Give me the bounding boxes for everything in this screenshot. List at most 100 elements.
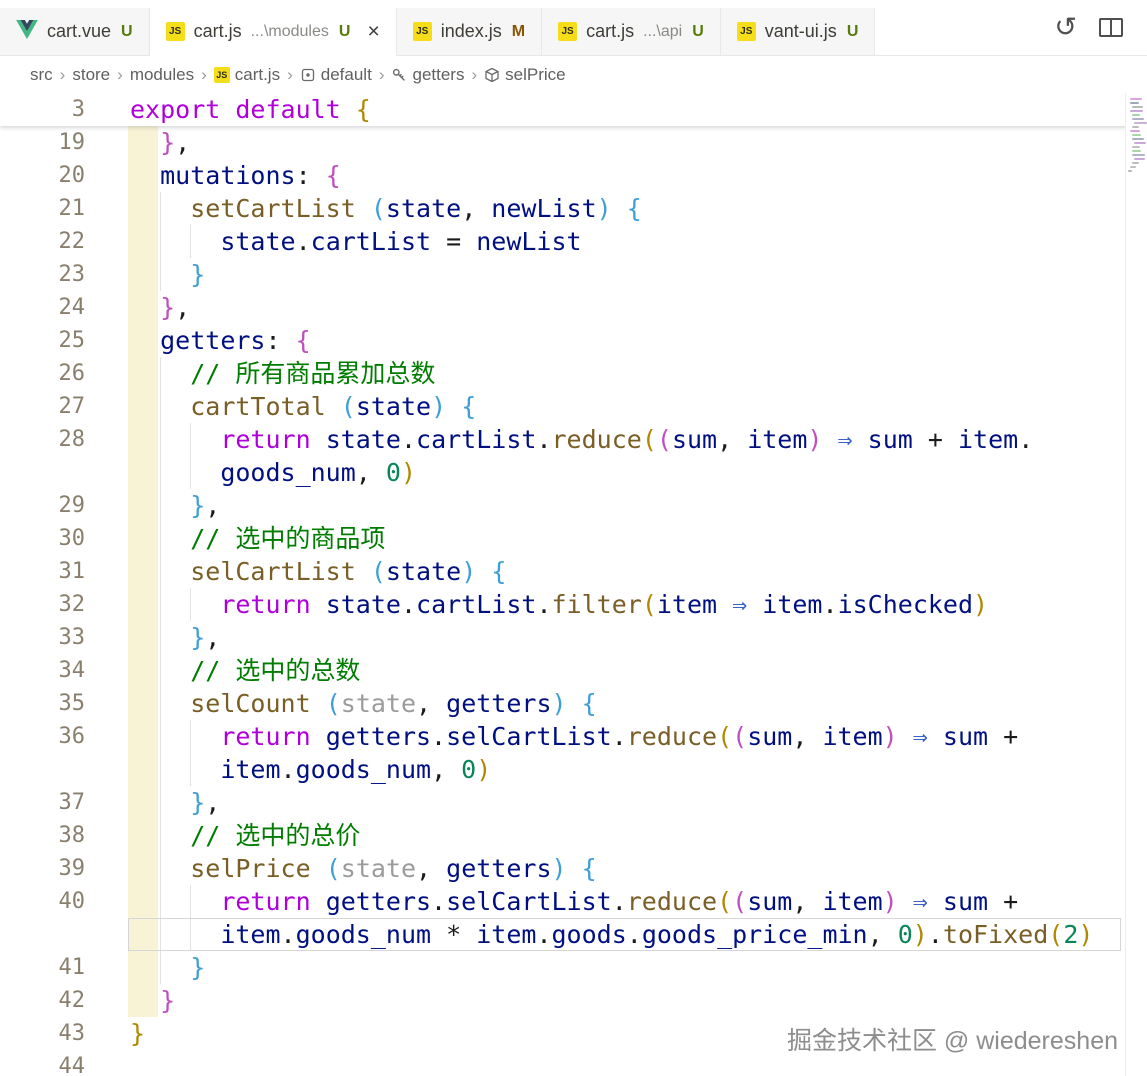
code-token: { xyxy=(461,392,477,421)
code-line[interactable]: 35 selCount (state, getters) { xyxy=(0,687,1147,720)
tab-index-js[interactable]: JS index.js M xyxy=(396,8,543,55)
code-line[interactable]: 41 } xyxy=(0,951,1147,984)
code-line[interactable]: 30 // 选中的商品项 xyxy=(0,522,1147,555)
code-token: , xyxy=(205,491,221,520)
tab-vant-ui-js[interactable]: JS vant-ui.js U xyxy=(720,8,876,55)
line-number[interactable]: 22 xyxy=(0,225,128,258)
code-line[interactable]: 23 } xyxy=(0,258,1147,291)
tab-cart-vue[interactable]: cart.vue U xyxy=(0,8,150,55)
code-line[interactable]: 32 return state.cartList.filter(item ⇒ i… xyxy=(0,588,1147,621)
split-editor-icon[interactable] xyxy=(1099,18,1123,37)
quote-icon[interactable]: “ xyxy=(1014,18,1032,38)
line-number[interactable]: 41 xyxy=(0,951,128,984)
code-text: }, xyxy=(128,126,190,159)
code-line[interactable]: 37 }, xyxy=(0,786,1147,819)
code-line[interactable]: 3 export default { xyxy=(0,93,1147,126)
code-line[interactable]: 21 setCartList (state, newList) { xyxy=(0,192,1147,225)
code-line[interactable]: 19 }, xyxy=(0,126,1147,159)
code-line[interactable]: 36 return getters.selCartList.reduce((su… xyxy=(0,720,1147,753)
code-token: reduce xyxy=(551,425,642,454)
line-number[interactable]: 26 xyxy=(0,357,128,390)
code-line[interactable]: 29 }, xyxy=(0,489,1147,522)
code-line[interactable]: 20 mutations: { xyxy=(0,159,1147,192)
line-number[interactable]: 40 xyxy=(0,885,128,918)
line-number[interactable]: 33 xyxy=(0,621,128,654)
code-line[interactable]: 42 } xyxy=(0,984,1147,1017)
code-token: sum xyxy=(747,887,793,916)
line-number[interactable]: 34 xyxy=(0,654,128,687)
line-number[interactable]: 21 xyxy=(0,192,128,225)
code-token: , xyxy=(416,854,447,883)
code-text: selCartList (state) { xyxy=(128,555,506,588)
line-number[interactable]: 44 xyxy=(0,1050,128,1076)
tab-cart-js-modules[interactable]: JS cart.js ...\modules U × xyxy=(149,8,397,56)
code-line[interactable]: 31 selCartList (state) { xyxy=(0,555,1147,588)
line-number[interactable]: 37 xyxy=(0,786,128,819)
editor[interactable]: 3 export default { 19 }, 20 mutations: {21… xyxy=(0,93,1147,1076)
code-text: }, xyxy=(128,291,190,324)
code-token: ) xyxy=(807,425,823,454)
line-number[interactable]: 24 xyxy=(0,291,128,324)
code-line[interactable]: 24 }, xyxy=(0,291,1147,324)
code-line[interactable]: 40 return getters.selCartList.reduce((su… xyxy=(0,885,1147,918)
code-line[interactable]: 39 selPrice (state, getters) { xyxy=(0,852,1147,885)
line-number[interactable]: 43 xyxy=(0,1017,128,1050)
code-token: newList xyxy=(476,227,582,256)
code-text: item.goods_num, 0) xyxy=(128,753,491,786)
code-line[interactable]: 33 }, xyxy=(0,621,1147,654)
line-number[interactable]: 42 xyxy=(0,984,128,1017)
line-number[interactable]: 35 xyxy=(0,687,128,720)
line-number[interactable]: 25 xyxy=(0,324,128,357)
code-text: selCount (state, getters) { xyxy=(128,687,596,720)
code-token: ) xyxy=(551,689,567,718)
close-tab-icon[interactable]: × xyxy=(367,21,379,42)
breadcrumb-item-modules[interactable]: modules xyxy=(130,65,194,85)
breadcrumb-label: default xyxy=(320,64,372,84)
code-line[interactable]: 44 xyxy=(0,1050,1147,1076)
breadcrumb-item-src[interactable]: src xyxy=(30,65,53,85)
code-token: } xyxy=(190,953,206,982)
code-line[interactable]: 43} xyxy=(0,1017,1147,1050)
breadcrumb-item-store[interactable]: store xyxy=(72,65,110,85)
code-line[interactable]: 38 // 选中的总价 xyxy=(0,819,1147,852)
code-line[interactable]: item.goods_num * item.goods.goods_price_… xyxy=(0,918,1147,951)
code-line[interactable]: goods_num, 0) xyxy=(0,456,1147,489)
code-line[interactable]: item.goods_num, 0) xyxy=(0,753,1147,786)
line-number[interactable]: 20 xyxy=(0,159,128,192)
sticky-scroll-line[interactable]: 3 export default { xyxy=(0,93,1147,126)
code-line[interactable]: 26 // 所有商品累加总数 xyxy=(0,357,1147,390)
line-number[interactable]: 39 xyxy=(0,852,128,885)
open-timeline-icon[interactable]: ↺ xyxy=(1054,14,1077,41)
line-number[interactable] xyxy=(0,456,128,489)
line-number[interactable]: 28 xyxy=(0,423,128,456)
line-number[interactable]: 38 xyxy=(0,819,128,852)
code-token: sum xyxy=(747,722,793,751)
breadcrumb-item-getters[interactable]: getters xyxy=(391,65,464,85)
line-number[interactable] xyxy=(0,753,128,786)
code-line[interactable]: 22 state.cartList = newList xyxy=(0,225,1147,258)
breadcrumb-item-cart-js[interactable]: JS cart.js xyxy=(213,65,280,85)
breadcrumb-item-default[interactable]: default xyxy=(300,65,372,85)
line-number[interactable]: 32 xyxy=(0,588,128,621)
line-number[interactable]: 31 xyxy=(0,555,128,588)
code-line[interactable]: 27 cartTotal (state) { xyxy=(0,390,1147,423)
line-number[interactable] xyxy=(0,918,128,951)
breadcrumb-item-selprice[interactable]: selPrice xyxy=(484,65,566,85)
minimap[interactable] xyxy=(1125,93,1147,1076)
line-number[interactable]: 29 xyxy=(0,489,128,522)
line-number[interactable]: 23 xyxy=(0,258,128,291)
code-line[interactable]: 34 // 选中的总数 xyxy=(0,654,1147,687)
line-number[interactable]: 3 xyxy=(0,93,128,126)
code-line[interactable]: 28 return state.cartList.reduce((sum, it… xyxy=(0,423,1147,456)
line-number[interactable]: 27 xyxy=(0,390,128,423)
line-number[interactable]: 30 xyxy=(0,522,128,555)
line-number[interactable]: 19 xyxy=(0,126,128,159)
code-line[interactable]: 25 getters: { xyxy=(0,324,1147,357)
tab-cart-js-api[interactable]: JS cart.js ...\api U xyxy=(542,8,721,55)
line-number[interactable]: 36 xyxy=(0,720,128,753)
